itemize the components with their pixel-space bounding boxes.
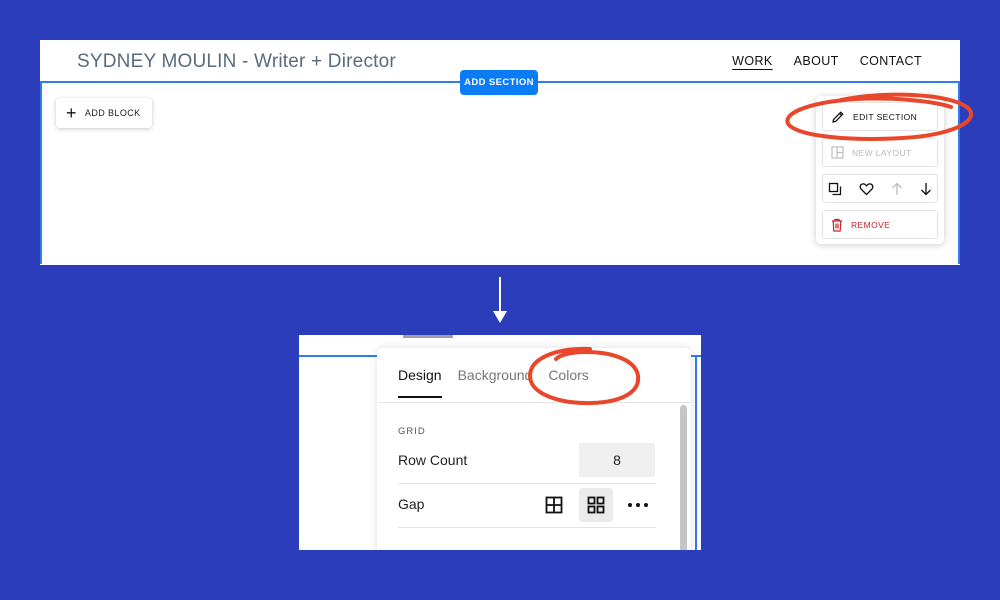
grid-large-gap-icon[interactable] — [537, 488, 571, 522]
colors-tab-highlight-circle — [527, 346, 641, 406]
more-options-icon[interactable] — [621, 488, 655, 522]
add-block-button[interactable]: + ADD BLOCK — [56, 98, 152, 128]
row-count-label: Row Count — [398, 452, 468, 468]
heart-icon[interactable] — [859, 182, 874, 196]
layout-icon — [831, 146, 844, 159]
add-section-button[interactable]: ADD SECTION — [460, 70, 538, 95]
edit-section-highlight-circle — [785, 92, 973, 141]
grid-heading: GRID — [398, 426, 426, 437]
plus-icon: + — [66, 103, 77, 123]
remove-section-button[interactable]: REMOVE — [822, 210, 938, 239]
duplicate-icon[interactable] — [828, 182, 842, 196]
trash-icon — [831, 218, 843, 232]
remove-label: REMOVE — [851, 219, 891, 230]
nav-work[interactable]: WORK — [732, 54, 773, 68]
nav-about[interactable]: ABOUT — [794, 54, 839, 68]
section-frame-right-edge — [695, 355, 697, 550]
toolbar-edge — [403, 335, 453, 338]
site-title[interactable]: SYDNEY MOULIN - Writer + Director — [77, 51, 396, 73]
gap-label: Gap — [398, 496, 425, 512]
arrow-down-icon[interactable] — [920, 182, 932, 196]
add-block-label: ADD BLOCK — [84, 108, 141, 118]
divider — [398, 483, 656, 484]
section-actions-row — [822, 174, 938, 203]
site-nav: WORK ABOUT CONTACT — [732, 54, 922, 68]
down-arrow-icon — [493, 277, 507, 323]
tab-design[interactable]: Design — [398, 367, 442, 398]
tab-background[interactable]: Background — [458, 367, 533, 398]
nav-contact[interactable]: CONTACT — [860, 54, 922, 68]
arrow-up-icon[interactable] — [891, 182, 903, 196]
grid-small-gap-icon[interactable] — [579, 488, 613, 522]
divider — [398, 527, 656, 528]
row-count-input[interactable]: 8 — [579, 443, 655, 477]
top-screenshot: SYDNEY MOULIN - Writer + Director WORK A… — [40, 40, 960, 265]
new-layout-label: NEW LAYOUT — [852, 147, 912, 158]
panel-scrollbar[interactable] — [680, 405, 687, 550]
